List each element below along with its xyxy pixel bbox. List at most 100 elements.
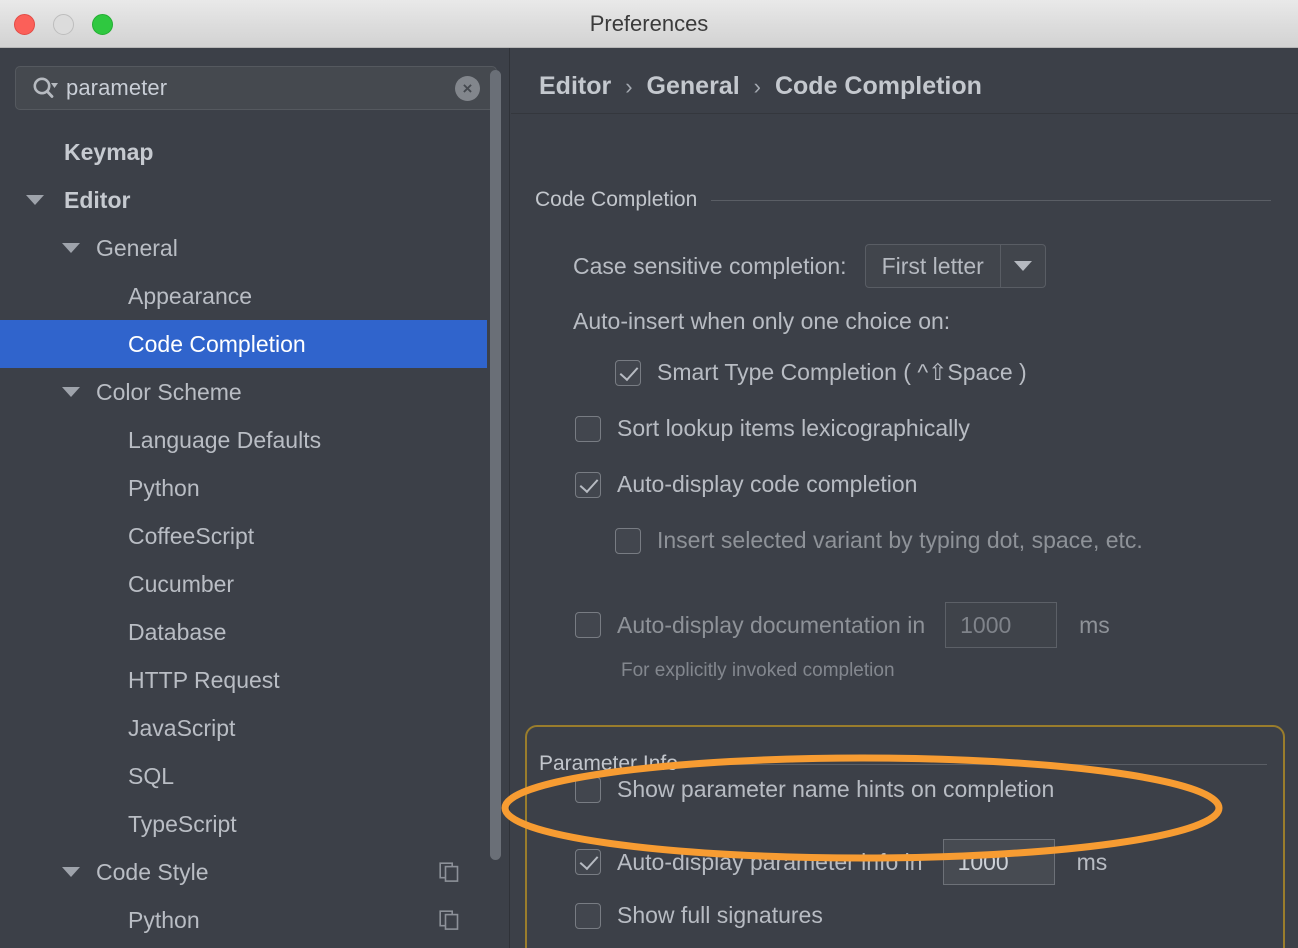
clear-search-icon[interactable]: × <box>455 75 480 101</box>
search-input[interactable]: parameter <box>66 75 455 101</box>
sidebar-item-color-scheme[interactable]: Color Scheme <box>0 368 487 416</box>
sort-lookup-items-row[interactable]: Sort lookup items lexicographically <box>575 415 970 442</box>
search-icon[interactable] <box>32 76 59 100</box>
sidebar-item-code-style[interactable]: Code Style <box>0 848 487 896</box>
auto-display-code-completion-row[interactable]: Auto-display code completion <box>575 471 917 498</box>
section-rule <box>711 199 1271 201</box>
smart-type-completion-checkbox[interactable] <box>615 359 641 386</box>
sidebar-item-general[interactable]: General <box>0 224 487 272</box>
show-full-signatures-checkbox[interactable] <box>575 902 601 929</box>
case-sensitive-completion-row: Case sensitive completion: First letter <box>573 244 1046 288</box>
code-completion-section-title: Code Completion <box>535 188 698 211</box>
search-field[interactable]: parameter × <box>15 66 497 110</box>
sidebar-item-label: Code Style <box>96 858 209 885</box>
disclosure-triangle-icon[interactable] <box>26 195 44 205</box>
show-parameter-name-hints-row[interactable]: Show parameter name hints on completion <box>575 776 1054 803</box>
smart-type-completion-row[interactable]: Smart Type Completion ( ^⇧Space ) <box>615 359 1027 386</box>
sidebar-item-label: Code Completion <box>128 330 306 357</box>
preferences-window: Preferences parameter × Keymap Editor Gene… <box>0 0 1298 948</box>
insert-selected-variant-checkbox[interactable] <box>615 527 641 554</box>
sidebar-item-http-request[interactable]: HTTP Request <box>0 656 487 704</box>
breadcrumb-item-general[interactable]: General <box>647 72 740 101</box>
sidebar-item-label: Database <box>128 618 227 645</box>
breadcrumb-item-code-completion[interactable]: Code Completion <box>775 72 982 101</box>
sidebar-item-label: CoffeeScript <box>128 522 255 549</box>
sidebar-item-coffeescript[interactable]: CoffeeScript <box>0 512 487 560</box>
sidebar-item-typescript[interactable]: TypeScript <box>0 800 487 848</box>
sidebar-item-database[interactable]: Database <box>0 608 487 656</box>
breadcrumb-item-editor[interactable]: Editor <box>539 72 611 101</box>
show-full-signatures-row[interactable]: Show full signatures <box>575 902 823 929</box>
auto-display-code-completion-label: Auto-display code completion <box>617 471 918 497</box>
sidebar-item-label: JavaScript <box>128 714 236 741</box>
sidebar-item-label: Python <box>128 906 200 933</box>
sidebar-item-label: Python <box>128 474 200 501</box>
section-rule <box>691 763 1267 765</box>
sidebar-scrollbar-thumb[interactable] <box>490 70 501 860</box>
settings-tree: Keymap Editor General Appearance Code Comple… <box>0 128 487 948</box>
code-completion-section-header: Code Completion <box>535 188 1271 212</box>
auto-display-documentation-hint: For explicitly invoked completion <box>621 660 895 681</box>
auto-display-code-completion-checkbox[interactable] <box>575 471 601 498</box>
sidebar-item-label: Appearance <box>128 282 253 309</box>
auto-display-parameter-info-checkbox[interactable] <box>575 849 601 875</box>
auto-insert-label: Auto-insert when only one choice on: <box>573 308 951 334</box>
window-titlebar: Preferences <box>0 0 1298 48</box>
sidebar-item-label: Cucumber <box>128 570 235 597</box>
settings-detail-panel: Editor › General › Code Completion Code … <box>511 48 1298 948</box>
breadcrumb-separator-icon: › <box>625 73 633 99</box>
copy-settings-icon[interactable] <box>439 862 459 882</box>
auto-display-documentation-row[interactable]: Auto-display documentation in 1000 ms <box>575 602 1110 648</box>
sidebar-item-python[interactable]: Python <box>0 896 487 944</box>
sidebar-item-appearance[interactable]: Appearance <box>0 272 487 320</box>
sidebar-item-editor[interactable]: Editor <box>0 176 487 224</box>
auto-display-documentation-unit: ms <box>1079 611 1110 638</box>
settings-sidebar: parameter × Keymap Editor General Appearanc… <box>0 48 510 948</box>
auto-display-parameter-info-label: Auto-display parameter info in <box>617 848 923 875</box>
sidebar-item-label: Keymap <box>64 138 154 165</box>
disclosure-triangle-icon[interactable] <box>62 243 80 253</box>
sidebar-item-code-completion[interactable]: Code Completion <box>0 320 487 368</box>
sidebar-item-label: Language Defaults <box>128 426 322 453</box>
breadcrumb: Editor › General › Code Completion <box>539 72 982 101</box>
case-sensitive-completion-label: Case sensitive completion: <box>573 252 847 279</box>
auto-display-parameter-info-input[interactable]: 1000 <box>942 839 1055 885</box>
copy-settings-icon[interactable] <box>439 910 459 930</box>
sidebar-item-keymap[interactable]: Keymap <box>0 128 487 176</box>
sidebar-item-label: SQL <box>128 762 175 789</box>
chevron-down-icon[interactable] <box>1001 261 1045 271</box>
breadcrumb-separator-icon: › <box>753 73 761 99</box>
show-parameter-name-hints-label: Show parameter name hints on completion <box>617 776 1055 802</box>
settings-content: Code Completion Case sensitive completio… <box>511 114 1298 948</box>
auto-display-documentation-checkbox[interactable] <box>575 612 601 638</box>
auto-display-documentation-label: Auto-display documentation in <box>617 611 926 638</box>
case-sensitive-completion-value: First letter <box>881 253 984 279</box>
sidebar-item-label: HTTP Request <box>128 666 280 693</box>
parameter-info-section-header: Parameter Info <box>539 752 1267 776</box>
sidebar-item-cucumber[interactable]: Cucumber <box>0 560 487 608</box>
disclosure-triangle-icon[interactable] <box>62 867 80 877</box>
sidebar-item-language-defaults[interactable]: Language Defaults <box>0 416 487 464</box>
insert-selected-variant-row[interactable]: Insert selected variant by typing dot, s… <box>615 527 1143 554</box>
sort-lookup-items-label: Sort lookup items lexicographically <box>617 415 970 441</box>
case-sensitive-completion-select[interactable]: First letter <box>864 244 1046 288</box>
insert-selected-variant-label: Insert selected variant by typing dot, s… <box>657 527 1143 553</box>
sidebar-item-label: General <box>96 234 178 261</box>
sort-lookup-items-checkbox[interactable] <box>575 415 601 442</box>
auto-display-parameter-info-unit: ms <box>1076 848 1108 875</box>
show-full-signatures-label: Show full signatures <box>617 902 823 928</box>
show-parameter-name-hints-checkbox[interactable] <box>575 776 601 803</box>
sidebar-item-python[interactable]: Python <box>0 464 487 512</box>
sidebar-item-javascript[interactable]: JavaScript <box>0 704 487 752</box>
auto-display-documentation-input[interactable]: 1000 <box>945 602 1058 648</box>
smart-type-completion-label: Smart Type Completion ( ^⇧Space ) <box>657 359 1027 385</box>
sidebar-item-sql[interactable]: SQL <box>0 752 487 800</box>
window-title: Preferences <box>589 11 709 36</box>
disclosure-triangle-icon[interactable] <box>62 387 80 397</box>
sidebar-item-label: TypeScript <box>128 810 237 837</box>
parameter-info-section-title: Parameter Info <box>539 752 678 775</box>
auto-display-parameter-info-row[interactable]: Auto-display parameter info in 1000 ms <box>575 839 1107 885</box>
sidebar-item-label: Color Scheme <box>96 378 242 405</box>
sidebar-item-label: Editor <box>64 186 131 213</box>
sidebar-scrollbar[interactable] <box>490 48 501 868</box>
